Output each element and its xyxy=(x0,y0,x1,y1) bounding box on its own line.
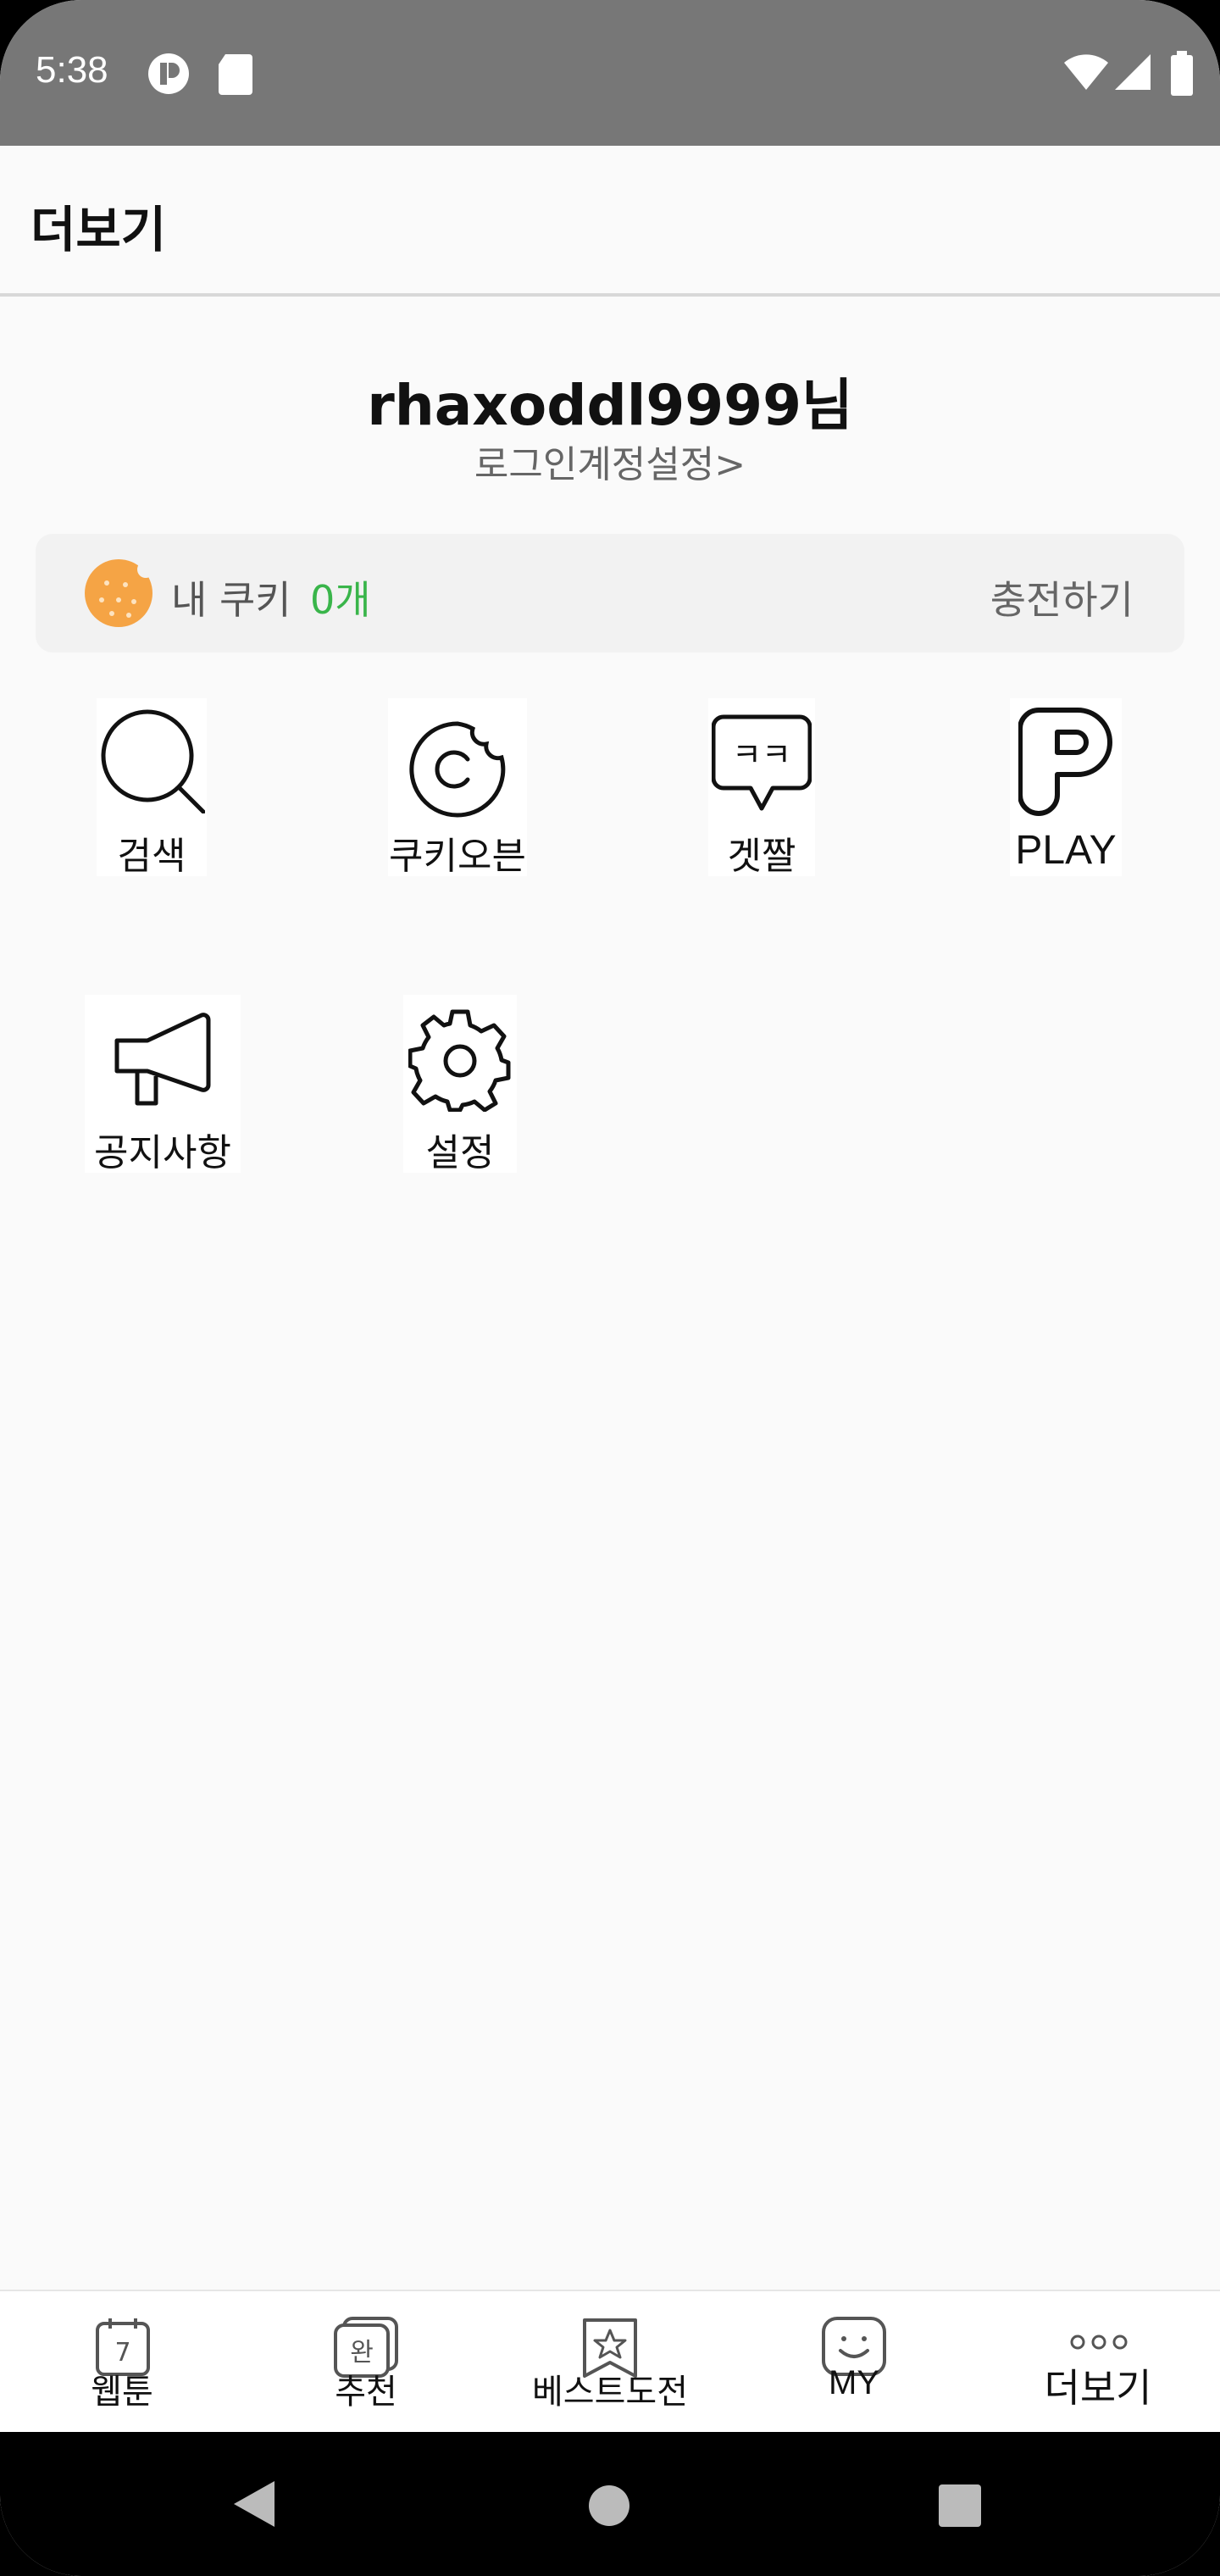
calendar-badge: 7 xyxy=(114,2338,130,2368)
nav-item-webtoon[interactable]: 7 웹툰 xyxy=(0,2291,244,2434)
menu-label-cookie-oven: 쿠키오븐 xyxy=(389,835,526,878)
play-p-icon xyxy=(1018,708,1112,816)
menu-item-notice[interactable]: 공지사항 xyxy=(85,995,241,1174)
app-header: 더보기 xyxy=(0,146,1220,297)
nav-item-recommend[interactable]: 완 추천 xyxy=(244,2291,488,2434)
cookie-count: 0개 xyxy=(310,577,371,623)
nav-label-my: MY xyxy=(829,2364,879,2401)
cookie-oven-icon xyxy=(409,721,506,818)
charge-button[interactable]: 충전하기 xyxy=(990,569,1134,625)
more-dots-icon xyxy=(1070,2334,1128,2350)
gear-icon xyxy=(408,1009,511,1112)
nav-label-more: 더보기 xyxy=(1044,2365,1152,2411)
svg-text:ㅋㅋ: ㅋㅋ xyxy=(732,736,791,774)
menu-item-settings[interactable]: 설정 xyxy=(403,995,517,1174)
status-bar: 5:38 xyxy=(0,0,1220,146)
bottom-nav: 7 웹툰 완 추천 베스트도전 MY 더보기 xyxy=(0,2290,1220,2434)
battery-icon xyxy=(1171,51,1193,96)
menu-label-play: PLAY xyxy=(1015,828,1117,873)
username: rhaxoddl9999님 xyxy=(367,373,853,438)
cookie-label: 내 쿠키 xyxy=(171,577,291,623)
menu-label-notice: 공지사항 xyxy=(94,1131,231,1174)
recents-icon[interactable] xyxy=(937,2483,983,2529)
cookie-balance-box: 내 쿠키 0개 충전하기 xyxy=(36,534,1184,652)
status-time: 5:38 xyxy=(36,49,108,91)
menu-item-search[interactable]: 검색 xyxy=(97,698,207,878)
home-icon[interactable] xyxy=(588,2484,630,2527)
screen: 5:38 더보기 rhaxoddl9999님 로그인계정설정> 내 쿠키 0개 … xyxy=(0,0,1220,2576)
menu-label-getjjal: 겟짤 xyxy=(727,835,796,878)
cookie-icon xyxy=(85,559,154,627)
menu-item-cookie-oven[interactable]: 쿠키오븐 xyxy=(388,698,527,878)
account-settings-link[interactable]: 로그인계정설정> xyxy=(0,434,1220,488)
chat-bubble-icon: ㅋㅋ xyxy=(712,714,812,811)
menu-label-settings: 설정 xyxy=(425,1131,495,1174)
megaphone-icon xyxy=(114,1013,211,1106)
sd-card-icon xyxy=(219,54,252,95)
nav-label-best-challenge: 베스트도전 xyxy=(532,2373,688,2412)
nav-item-more[interactable]: 더보기 xyxy=(976,2291,1220,2434)
system-nav-bar xyxy=(0,2432,1220,2576)
page-title: 더보기 xyxy=(30,201,167,258)
nav-label-webtoon: 웹툰 xyxy=(91,2373,153,2412)
menu-label-search: 검색 xyxy=(117,835,186,878)
menu-item-play[interactable]: PLAY xyxy=(1010,698,1122,876)
nav-item-my[interactable]: MY xyxy=(732,2291,976,2434)
complete-badge: 완 xyxy=(350,2338,374,2368)
signal-icon xyxy=(1115,54,1151,90)
back-icon[interactable] xyxy=(232,2479,278,2529)
wifi-icon xyxy=(1064,54,1108,90)
nav-label-recommend: 추천 xyxy=(335,2373,397,2412)
menu-item-getjjal[interactable]: ㅋㅋ 겟짤 xyxy=(708,698,815,878)
notification-p-icon xyxy=(148,53,189,94)
nav-item-best-challenge[interactable]: 베스트도전 xyxy=(488,2291,732,2434)
search-icon xyxy=(101,709,205,813)
